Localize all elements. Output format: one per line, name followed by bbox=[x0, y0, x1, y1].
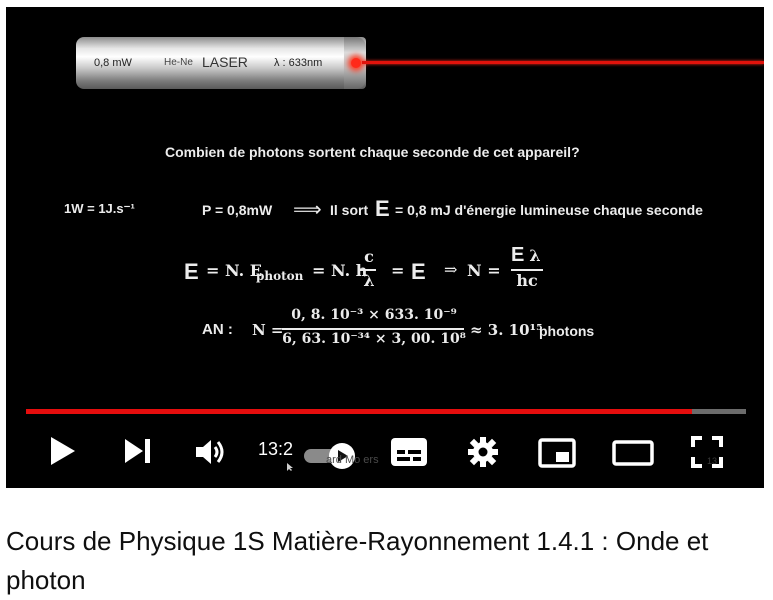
video-title[interactable]: Cours de Physique 1S Matière-Rayonnement… bbox=[6, 522, 766, 600]
laser-wavelength-label: λ : 633nm bbox=[274, 57, 323, 69]
fraction-c: c bbox=[364, 247, 374, 266]
an-label: AN : bbox=[202, 321, 233, 338]
unit-definition: 1W = 1J.s⁻¹ bbox=[64, 201, 135, 216]
next-icon[interactable] bbox=[123, 437, 153, 465]
play-icon[interactable] bbox=[48, 435, 78, 467]
numerator-lambda: λ bbox=[529, 246, 541, 265]
numerator-energy: E bbox=[511, 244, 525, 266]
progress-played bbox=[26, 409, 692, 414]
equation-subscript: photon bbox=[256, 269, 304, 283]
implies-symbol: ⇒ bbox=[444, 260, 458, 279]
power-value: P = 0,8mW bbox=[202, 202, 273, 218]
fullscreen-hint-text: 13 bbox=[707, 456, 718, 466]
implies-arrow: ⟹ bbox=[293, 199, 322, 221]
an-unit: photons bbox=[539, 323, 595, 339]
laser-spot bbox=[351, 58, 361, 68]
progress-bar[interactable] bbox=[26, 409, 746, 414]
laser-type-label: He-Ne bbox=[164, 57, 193, 68]
watermark-text: ard Mo ers bbox=[326, 454, 379, 466]
gear-icon[interactable] bbox=[466, 435, 500, 469]
an-fraction-line bbox=[282, 328, 464, 330]
an-denominator: 6, 63. 10⁻³⁴ × 3, 00. 10⁸ bbox=[282, 331, 466, 347]
fraction-lambda: λ bbox=[363, 271, 375, 290]
theater-icon[interactable] bbox=[611, 439, 655, 467]
equation-part-3: = bbox=[391, 261, 405, 280]
time-display: 13:2 bbox=[258, 439, 294, 459]
subtitles-icon[interactable] bbox=[389, 436, 429, 468]
an-result: ≈ 3. 10¹⁵ bbox=[470, 321, 543, 339]
an-n-equals: N = bbox=[252, 321, 284, 339]
denominator-hc: hc bbox=[516, 271, 538, 290]
an-numerator: 0, 8. 10⁻³ × 633. 10⁻⁹ bbox=[291, 307, 457, 323]
energy-symbol-eq2: E bbox=[411, 259, 426, 284]
laser-beam bbox=[362, 61, 764, 64]
n-equals: N = bbox=[467, 261, 501, 280]
energy-sentence-end: = 0,8 mJ d'énergie lumineuse chaque seco… bbox=[395, 202, 703, 218]
laser-power-label: 0,8 mW bbox=[94, 57, 132, 69]
volume-icon[interactable] bbox=[194, 437, 230, 467]
equation-part-1: = N. E bbox=[206, 261, 262, 280]
laser-name-label: LASER bbox=[202, 54, 248, 70]
slide-question: Combien de photons sortent chaque second… bbox=[165, 144, 580, 160]
energy-symbol-eq: E bbox=[184, 259, 199, 284]
energy-symbol: E bbox=[375, 196, 390, 221]
video-player[interactable]: 0,8 mW He-Ne LASER λ : 633nm Combien de … bbox=[6, 7, 764, 488]
miniplayer-icon[interactable] bbox=[537, 437, 577, 469]
energy-sentence-start: Il sort bbox=[330, 202, 369, 218]
cursor-icon bbox=[287, 463, 293, 471]
